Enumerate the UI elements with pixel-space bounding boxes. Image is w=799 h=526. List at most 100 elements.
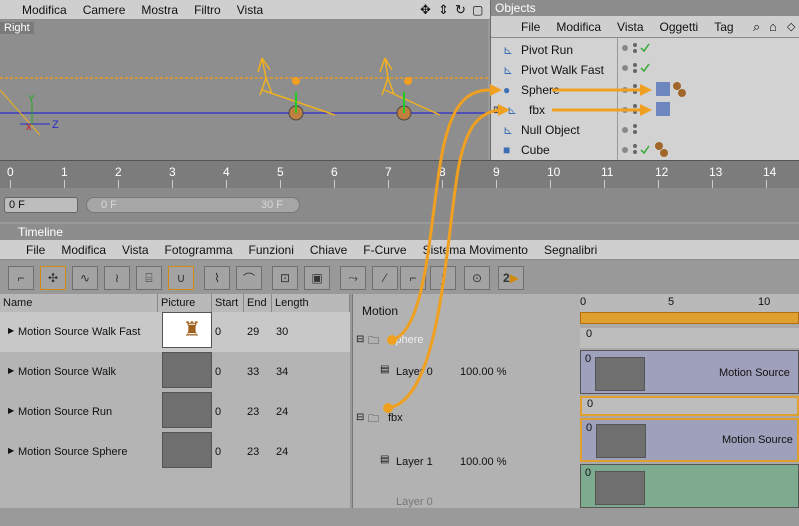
ruler-tick-label: 2 [115,165,122,179]
expand-arrow-icon[interactable]: ▶ [8,446,14,455]
tool-layer-icon[interactable]: ⊙ [464,266,490,290]
ruler-tick-label: 7 [385,165,392,179]
expand-icon[interactable]: ⊞ [493,105,501,116]
obj-menu-file[interactable]: File [521,20,540,34]
motion-row-layer0b[interactable]: Layer 0 [352,486,580,526]
expand-arrow-icon[interactable]: ▶ [8,366,14,375]
motion-name: Layer 0 [396,496,433,508]
current-frame-field[interactable]: 0 F [4,197,78,213]
obj-menu-vista[interactable]: Vista [617,20,643,34]
tl-menu-fotogramma[interactable]: Fotogramma [165,243,233,257]
object-name: Pivot Walk Fast [521,63,604,77]
motion-row-layer0[interactable]: ▤ Layer 0 100.00 % [352,352,580,392]
obj-menu-modifica[interactable]: Modifica [556,20,601,34]
ruler-tick [496,180,497,188]
ruler-tick-label: 3 [169,165,176,179]
motion-row-layer1[interactable]: ▤ Layer 1 100.00 % [352,442,580,482]
layer-icon: ▤ [380,364,390,375]
col-length[interactable]: Length [272,294,350,312]
range-slider[interactable]: 0 F 30 F [86,197,300,213]
motion-name: Layer 1 [396,456,433,468]
move-icon[interactable]: ✥ [420,2,431,18]
folder-icon: 🗀 [368,413,379,425]
tl-menu-funzioni[interactable]: Funzioni [249,243,294,257]
objects-title: Objects [491,0,799,16]
tool-clip-icon[interactable]: ⊡ [272,266,298,290]
search-icon[interactable]: ⌕ [753,19,760,35]
tool-play-icon[interactable]: 2 ▶ [498,266,524,290]
tl-menu-sistema-movimento[interactable]: Sistema Movimento [423,243,528,257]
current-frame-value: 0 F [9,199,25,211]
source-row[interactable]: ▶ Motion Source Sphere 0 23 24 [0,432,350,472]
tool-curve-icon[interactable]: ∿ [72,266,98,290]
col-end[interactable]: End [244,294,272,312]
tool-move-icon[interactable]: ✣ [40,266,66,290]
viewport-scene: Z Y x [0,57,488,136]
tool-tangent-icon[interactable]: ⤳ [340,266,366,290]
expand-arrow-icon[interactable]: ▶ [8,326,14,335]
menu-modifica[interactable]: Modifica [22,3,67,17]
pan-icon[interactable]: ⇕ [438,2,449,18]
motion-row-fbx[interactable]: ⊟ 🗀 fbx [352,404,580,444]
motion-pct[interactable]: 100.00 % [460,366,506,378]
obj-menu-oggetti[interactable]: Oggetti [660,20,699,34]
viewport-right[interactable]: Right Z Y x [0,20,488,160]
tl-menu-vista[interactable]: Vista [122,243,148,257]
object-tags [622,43,686,157]
object-name: fbx [529,103,546,117]
col-start[interactable]: Start [212,294,244,312]
character-icon: ♜ [183,319,201,341]
source-row[interactable]: ▶ Motion Source Walk Fast ♜ 0 29 30 [0,312,350,352]
col-name[interactable]: Name [0,294,158,312]
ruler-tick-label: 12 [655,165,669,179]
tool-fcurve-icon[interactable]: ⌇ [204,266,230,290]
motion-clip-selected[interactable]: 0 Motion Source [580,418,799,462]
track-fbx[interactable]: 0 [580,396,799,416]
tool-film-icon[interactable]: ▣ [304,266,330,290]
track-ruler[interactable]: 0 5 10 [580,294,799,312]
tl-menu-chiave[interactable]: Chiave [310,243,347,257]
tool-step-icon[interactable]: ⌐ [400,266,426,290]
tool-ease-icon[interactable]: ∫ [430,266,456,290]
motion-pct[interactable]: 100.00 % [460,456,506,468]
track-range-bar[interactable] [580,312,799,324]
cube-icon: ■ [503,143,511,157]
ruler-tick [10,180,11,188]
tool-spline-icon[interactable]: ⌒ [236,266,262,290]
ruler-tick [712,180,713,188]
tool-key-icon[interactable]: ⌸ [136,266,162,290]
home-icon[interactable]: ⌂ [769,19,777,34]
track-sphere[interactable]: 0 [580,328,799,348]
motion-clip[interactable]: 0 Motion Source [580,350,799,394]
folder-icon: 🗀 [368,335,379,347]
svg-text:Y: Y [28,94,35,105]
source-row[interactable]: ▶ Motion Source Run 0 23 24 [0,392,350,432]
object-name: Cube [521,143,550,157]
menu-filtro[interactable]: Filtro [194,3,221,17]
collapse-icon[interactable]: ⊟ [356,412,364,423]
motion-name: fbx [388,412,403,424]
tl-menu-fcurve[interactable]: F-Curve [363,243,406,257]
tl-menu-segnalibri[interactable]: Segnalibri [544,243,597,257]
obj-menu-tag[interactable]: Tag [714,20,733,34]
null-icon: ⊾ [503,123,514,137]
menu-camere[interactable]: Camere [83,3,126,17]
tl-menu-file[interactable]: File [26,243,45,257]
eye-icon[interactable]: ◇ [787,20,795,33]
menu-mostra[interactable]: Mostra [141,3,178,17]
tool-wave-icon[interactable]: ≀ [104,266,130,290]
tl-menu-modifica[interactable]: Modifica [61,243,106,257]
frame-ruler[interactable]: 0 1 2 3 4 5 6 7 8 9 10 11 12 13 14 [0,160,799,188]
col-picture[interactable]: Picture [158,294,212,312]
rotate-icon[interactable]: ↻ [455,2,466,18]
menu-vista[interactable]: Vista [237,3,263,17]
tool-linear-icon[interactable]: ⁄ [372,266,398,290]
motion-clip-green[interactable]: 0 [580,464,799,508]
null-icon: ⊾ [507,103,518,117]
tool-select-icon[interactable]: ⌐ [8,266,34,290]
source-row[interactable]: ▶ Motion Source Walk 0 33 34 [0,352,350,392]
tool-magnet-icon[interactable]: ∪ [168,266,194,290]
collapse-icon[interactable]: ⊟ [356,334,364,345]
expand-arrow-icon[interactable]: ▶ [8,406,14,415]
maximize-icon[interactable]: ▢ [472,3,483,17]
